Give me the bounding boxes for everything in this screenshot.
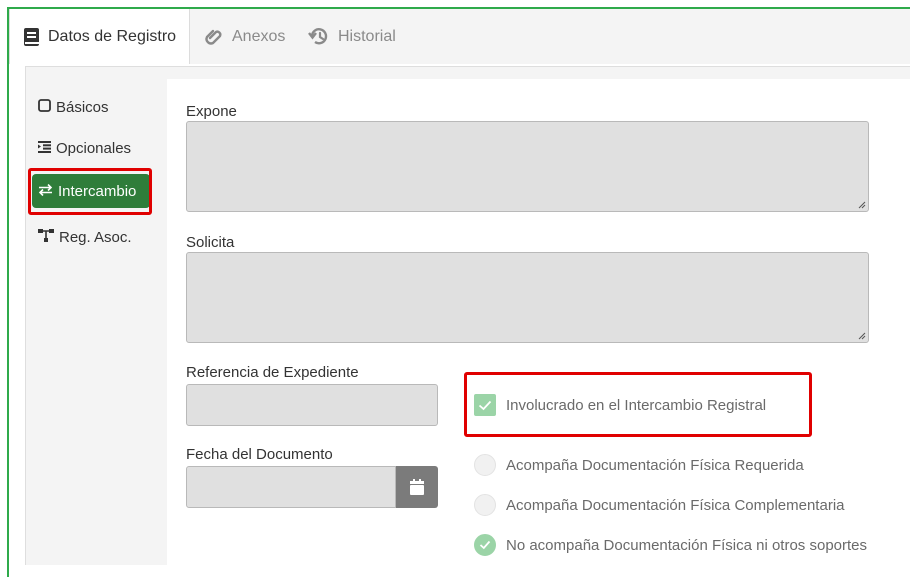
radio-button bbox=[474, 494, 496, 516]
referencia-input[interactable] bbox=[186, 384, 438, 426]
history-icon bbox=[308, 27, 330, 47]
tab-label: Historial bbox=[338, 27, 396, 45]
doc-option-ninguna[interactable]: No acompaña Documentación Física ni otro… bbox=[474, 534, 867, 556]
sidenav-item-opcionales[interactable]: Opcionales bbox=[32, 131, 137, 165]
paperclip-icon bbox=[204, 27, 224, 47]
tab-label: Datos de Registro bbox=[48, 27, 177, 45]
expone-label: Expone bbox=[186, 103, 237, 120]
sidenav-item-label: Reg. Asoc. bbox=[59, 228, 132, 246]
fecha-input[interactable] bbox=[186, 466, 396, 508]
solicita-textarea[interactable] bbox=[186, 252, 869, 343]
resize-grip-icon bbox=[858, 201, 866, 209]
check-icon bbox=[478, 400, 492, 410]
check-icon bbox=[479, 540, 491, 550]
sidenav-item-label: Intercambio bbox=[58, 182, 137, 200]
side-nav: Básicos Opcionales Intercambio Reg. Asoc bbox=[26, 67, 166, 566]
checkbox-box bbox=[474, 394, 496, 416]
calendar-button[interactable] bbox=[396, 466, 438, 508]
sidenav-item-reg-asoc[interactable]: Reg. Asoc. bbox=[32, 220, 138, 254]
doc-option-label: Acompaña Documentación Física Complement… bbox=[506, 496, 845, 514]
tab-anexos[interactable]: Anexos bbox=[204, 9, 285, 64]
doc-option-label: Acompaña Documentación Física Requerida bbox=[506, 456, 804, 474]
inner-panel: Básicos Opcionales Intercambio Reg. Asoc bbox=[25, 66, 910, 566]
list-indent-icon bbox=[38, 140, 51, 157]
book-icon bbox=[24, 27, 40, 46]
resize-grip-icon bbox=[858, 332, 866, 340]
exchange-icon bbox=[38, 183, 53, 200]
tab-content: Básicos Opcionales Intercambio Reg. Asoc bbox=[9, 64, 910, 566]
sitemap-icon bbox=[38, 228, 54, 246]
form-panel: Expone Solicita Referencia de Expediente… bbox=[167, 79, 910, 566]
solicita-label: Solicita bbox=[186, 234, 235, 251]
involucrado-label: Involucrado en el Intercambio Registral bbox=[506, 396, 767, 414]
referencia-label: Referencia de Expediente bbox=[186, 364, 359, 381]
radio-button-selected bbox=[474, 534, 496, 556]
tab-label: Anexos bbox=[232, 27, 286, 45]
sidenav-item-label: Opcionales bbox=[56, 139, 132, 157]
tab-datos-de-registro[interactable]: Datos de Registro bbox=[9, 9, 190, 64]
sidenav-item-basicos[interactable]: Básicos bbox=[32, 90, 115, 124]
tab-bar: Datos de Registro Anexos Historial bbox=[9, 9, 910, 65]
radio-button bbox=[474, 454, 496, 476]
sidenav-item-label: Básicos bbox=[56, 98, 109, 116]
tab-historial[interactable]: Historial bbox=[308, 9, 396, 64]
doc-option-complementaria[interactable]: Acompaña Documentación Física Complement… bbox=[474, 494, 845, 516]
doc-option-requerida[interactable]: Acompaña Documentación Física Requerida bbox=[474, 454, 804, 476]
sidenav-item-intercambio[interactable]: Intercambio bbox=[32, 174, 150, 208]
calendar-icon bbox=[410, 479, 424, 495]
doc-option-label: No acompaña Documentación Física ni otro… bbox=[506, 536, 868, 554]
expone-textarea[interactable] bbox=[186, 121, 869, 212]
square-icon bbox=[38, 98, 51, 116]
involucrado-checkbox[interactable]: Involucrado en el Intercambio Registral bbox=[474, 394, 766, 416]
fecha-label: Fecha del Documento bbox=[186, 446, 333, 463]
